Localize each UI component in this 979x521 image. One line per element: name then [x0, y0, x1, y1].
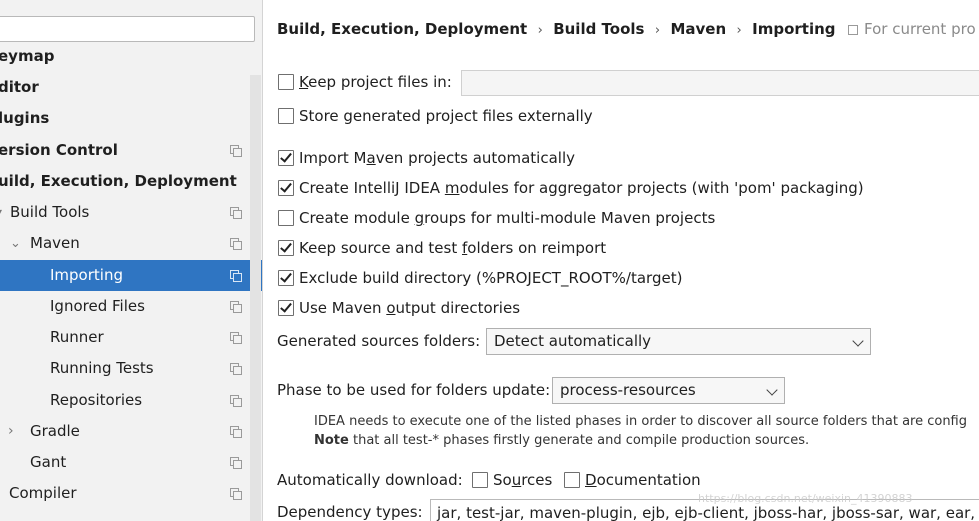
checkbox-label: Store generated project files externally	[299, 107, 593, 125]
project-settings-icon	[230, 207, 242, 219]
project-settings-icon	[848, 25, 858, 35]
sidebar-item-label: Running Tests	[50, 359, 154, 377]
phase-select[interactable]: process-resources	[552, 377, 785, 404]
sidebar-item-editor[interactable]: ditor	[0, 72, 262, 103]
project-files-path-input[interactable]	[461, 70, 979, 96]
checkbox-box[interactable]	[472, 472, 488, 488]
sidebar-item-label: Compiler	[9, 484, 77, 502]
sidebar-item-compiler[interactable]: Compiler	[0, 478, 262, 509]
project-settings-icon	[230, 270, 242, 282]
checkbox-box[interactable]	[278, 74, 294, 90]
phase-value: process-resources	[560, 381, 696, 399]
sidebar-item-gradle[interactable]: › Gradle	[0, 416, 262, 447]
settings-content: Build, Execution, Deployment › Build Tools…	[263, 0, 979, 521]
phase-label: Phase to be used for folders update:	[277, 381, 551, 399]
dependency-types-label: Dependency types:	[277, 503, 423, 521]
checkbox-box[interactable]	[278, 300, 294, 316]
sidebar-scrollbar[interactable]	[250, 75, 261, 521]
sidebar-item-importing[interactable]: Importing	[0, 260, 262, 291]
checkbox-label: Create module groups for multi-module Ma…	[299, 209, 716, 227]
generated-sources-label: Generated sources folders:	[277, 332, 481, 350]
project-settings-icon	[230, 395, 242, 407]
project-settings-icon	[230, 457, 242, 469]
breadcrumb-item: Importing	[752, 20, 836, 38]
breadcrumb-separator: ›	[537, 23, 543, 38]
checkbox-box[interactable]	[278, 210, 294, 226]
sidebar-item-label: uild, Execution, Deployment	[0, 172, 237, 190]
sidebar-item-ignored-files[interactable]: Ignored Files	[0, 291, 262, 322]
sidebar-item-keymap[interactable]: eymap	[0, 41, 262, 72]
phase-note-line2: Note that all test-* phases firstly gene…	[314, 433, 810, 448]
auto-download-label: Automatically download:	[277, 471, 463, 489]
checkbox-label: Documentation	[585, 471, 701, 489]
chevron-down-icon	[766, 384, 778, 396]
sidebar-item-plugins[interactable]: lugins	[0, 103, 262, 134]
sidebar-item-label: Importing	[50, 266, 123, 284]
project-settings-icon	[230, 488, 242, 500]
sidebar-item-label: Gradle	[30, 422, 80, 440]
phase-note-line1: IDEA needs to execute one of the listed …	[314, 414, 968, 429]
sidebar-item-running-tests[interactable]: Running Tests	[0, 353, 262, 384]
checkbox-label: Keep project files in:	[299, 73, 452, 91]
project-settings-icon	[230, 332, 242, 344]
checkbox-box[interactable]	[564, 472, 580, 488]
project-settings-icon	[230, 238, 242, 250]
project-settings-icon	[230, 301, 242, 313]
watermark-text: https://blog.csdn.net/weixin_41390883	[698, 492, 913, 505]
checkbox-label: Use Maven output directories	[299, 299, 521, 317]
chevron-down-icon	[852, 335, 864, 347]
breadcrumb-item: Build Tools	[553, 20, 645, 38]
checkbox-label: Keep source and test folders on reimport	[299, 239, 607, 257]
settings-sidebar: eymap ditor lugins ersion Control uild, …	[0, 0, 263, 521]
sidebar-item-label: Build Tools	[10, 203, 90, 221]
breadcrumb-item: Maven	[670, 20, 727, 38]
for-current-project-hint: For current pro	[848, 17, 976, 41]
breadcrumb-item: Build, Execution, Deployment	[277, 20, 528, 38]
project-settings-icon	[230, 145, 242, 157]
sidebar-item-label: ditor	[0, 78, 39, 96]
sidebar-item-label: Runner	[50, 328, 104, 346]
checkmark-icon	[280, 240, 292, 253]
checkbox-label: Import Maven projects automatically	[299, 149, 575, 167]
chevron-down-icon[interactable]: ⌄	[10, 228, 21, 259]
checkbox-box[interactable]	[278, 180, 294, 196]
breadcrumb-separator: ›	[654, 23, 661, 38]
sidebar-item-label: Gant	[30, 453, 67, 471]
sidebar-item-label: lugins	[0, 109, 50, 127]
sidebar-item-label: eymap	[0, 47, 55, 65]
checkmark-icon	[280, 180, 292, 193]
chevron-down-icon[interactable]: ▾	[0, 197, 2, 228]
breadcrumb: Build, Execution, Deployment › Build Tools…	[277, 17, 836, 41]
sidebar-item-label: ersion Control	[0, 141, 118, 159]
generated-sources-select[interactable]: Detect automatically	[486, 328, 871, 355]
checkbox-box[interactable]	[278, 270, 294, 286]
checkmark-icon	[280, 270, 292, 283]
project-settings-icon	[230, 426, 242, 438]
generated-sources-value: Detect automatically	[494, 332, 652, 350]
sidebar-item-maven[interactable]: ⌄ Maven	[0, 228, 262, 259]
chevron-right-icon[interactable]: ›	[8, 416, 14, 447]
for-current-project-text: For current pro	[864, 20, 976, 38]
checkbox-box[interactable]	[278, 240, 294, 256]
checkbox-label: Create IntelliJ IDEA modules for aggrega…	[299, 179, 864, 197]
sidebar-item-label: Maven	[30, 234, 80, 252]
sidebar-item-version-control[interactable]: ersion Control	[0, 135, 262, 166]
checkmark-icon	[280, 150, 292, 163]
sidebar-item-repositories[interactable]: Repositories	[0, 385, 262, 416]
settings-search-input[interactable]	[0, 16, 255, 42]
sidebar-item-runner[interactable]: Runner	[0, 322, 262, 353]
sidebar-item-label: Repositories	[50, 391, 143, 409]
checkbox-label: Sources	[493, 471, 553, 489]
breadcrumb-separator: ›	[736, 23, 742, 38]
sidebar-item-gant[interactable]: Gant	[0, 447, 262, 478]
project-settings-icon	[230, 363, 242, 375]
sidebar-item-build-execution-deployment[interactable]: uild, Execution, Deployment	[0, 166, 262, 197]
sidebar-item-label: Ignored Files	[50, 297, 145, 315]
checkbox-box[interactable]	[278, 150, 294, 166]
checkbox-label: Exclude build directory (%PROJECT_ROOT%/…	[299, 269, 683, 287]
checkmark-icon	[280, 300, 292, 313]
checkbox-box[interactable]	[278, 108, 294, 124]
sidebar-item-build-tools[interactable]: ▾ Build Tools	[0, 197, 262, 228]
